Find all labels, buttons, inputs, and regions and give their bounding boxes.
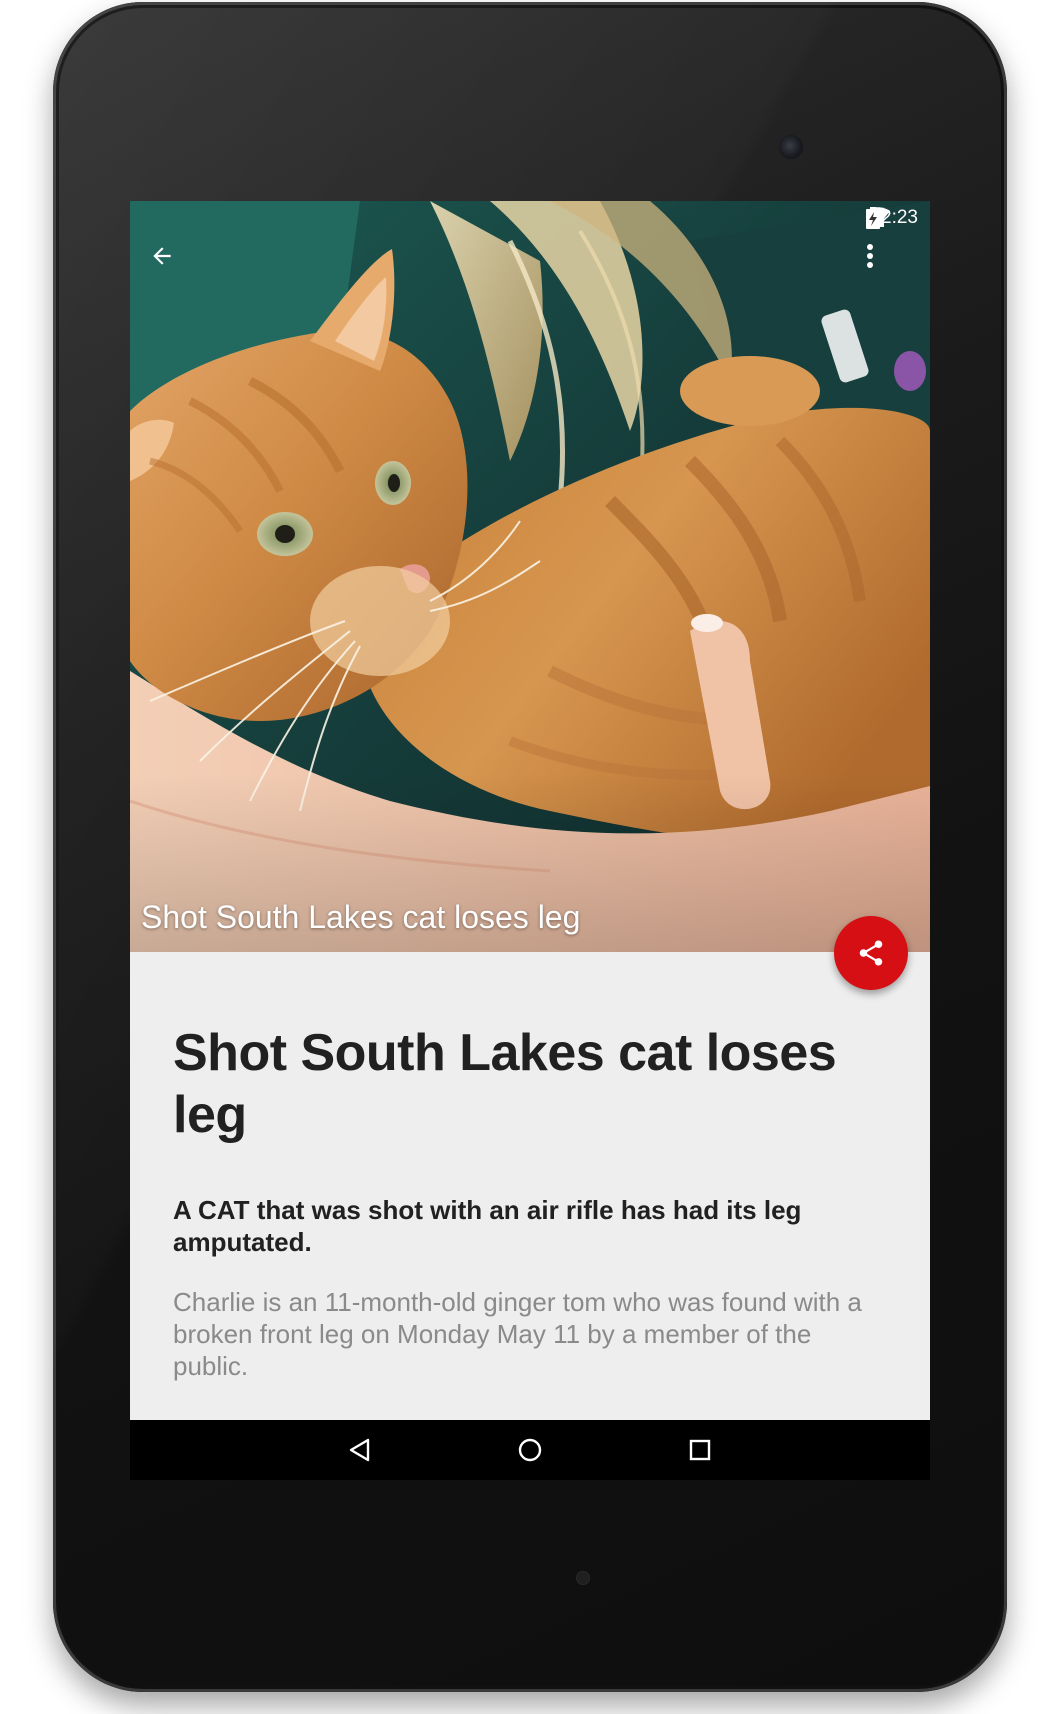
arrow-back-icon (153, 247, 171, 265)
status-bar: 12:23 (130, 201, 930, 235)
nav-back-icon (349, 1438, 370, 1462)
microphone-dot (577, 1572, 589, 1584)
front-camera (779, 135, 803, 159)
share-icon (859, 940, 883, 966)
share-button[interactable] (834, 916, 908, 990)
back-button[interactable] (149, 243, 197, 291)
nav-home-button[interactable] (508, 1428, 552, 1472)
more-vert-icon (867, 244, 873, 268)
navigation-bar (130, 1420, 930, 1480)
nav-recents-button[interactable] (678, 1428, 722, 1472)
overflow-menu-button[interactable] (866, 243, 914, 291)
article-body: Charlie is an 11-month-old ginger tom wh… (173, 1287, 862, 1381)
nav-back-button[interactable] (338, 1428, 382, 1472)
device-screen: 12:23 Shot South Lakes cat loses leg Sho… (130, 201, 930, 1480)
nav-recents-icon (689, 1439, 711, 1461)
article-title: Shot South Lakes cat loses leg (173, 1024, 837, 1144)
article-content: Shot South Lakes cat loses leg A CAT tha… (130, 952, 930, 1420)
status-icons: 12:23 (866, 207, 918, 229)
hero-caption: Shot South Lakes cat loses leg (141, 899, 581, 935)
battery-charging-icon (866, 207, 881, 229)
nav-home-icon (518, 1438, 542, 1462)
article-lead: A CAT that was shot with an air rifle ha… (173, 1195, 802, 1257)
hero-image: 12:23 Shot South Lakes cat loses leg (130, 201, 930, 952)
